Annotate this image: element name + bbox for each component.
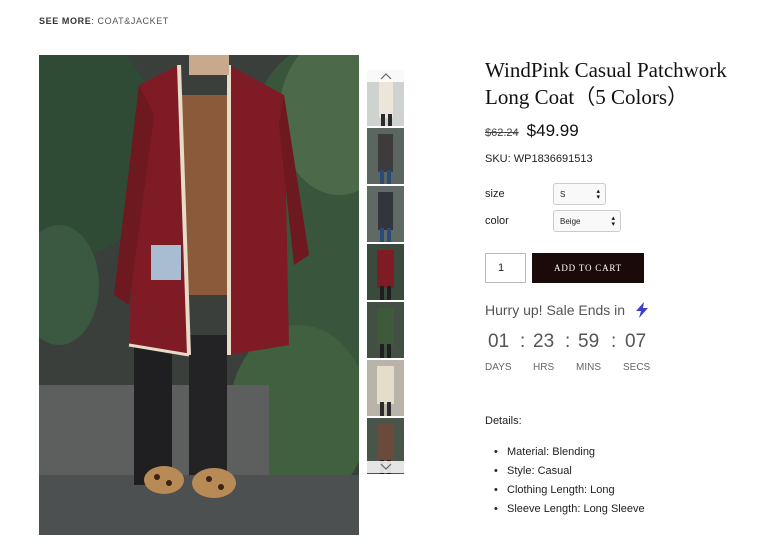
thumbnail-6[interactable] (367, 360, 404, 416)
lightning-bolt-icon (636, 302, 649, 318)
details-item: Style: Casual (494, 462, 645, 481)
details-list: Material: Blending Style: Casual Clothin… (494, 443, 645, 519)
thumbnail-4[interactable] (367, 244, 404, 300)
sale-ends-text: Hurry up! Sale Ends in (485, 302, 626, 318)
countdown-hours-label: HRS (533, 362, 555, 373)
details-item: Sleeve Length: Long Sleeve (494, 500, 645, 519)
select-caret-icon: ▴ ▾ (596, 188, 600, 201)
select-caret-icon: ▴ ▾ (611, 215, 615, 228)
color-select-value: Beige (560, 216, 581, 226)
countdown-separator: : (611, 331, 617, 352)
breadcrumb: SEE MORE: COAT&JACKET (39, 16, 169, 26)
countdown-hours: 23 (533, 331, 555, 352)
color-label: color (485, 215, 509, 227)
details-item: Material: Blending (494, 443, 645, 462)
thumbnail-2[interactable] (367, 128, 404, 184)
thumbnail-3[interactable] (367, 186, 404, 242)
add-to-cart-button[interactable]: ADD TO CART (532, 253, 644, 283)
sale-ends-notice: Hurry up! Sale Ends in (485, 301, 651, 319)
product-sku: SKU: WP1836691513 (485, 153, 593, 165)
sale-price: $49.99 (526, 121, 579, 140)
countdown-minutes: 59 (578, 331, 600, 352)
chevron-down-icon (380, 463, 391, 470)
thumbnail-strip (367, 70, 404, 474)
thumbnail-scroll-down-button[interactable] (367, 461, 404, 473)
product-title: WindPink Casual Patchwork Long Coat（5 Co… (485, 58, 727, 109)
original-price: $62.24 (485, 127, 519, 139)
details-item: Clothing Length: Long (494, 481, 645, 500)
breadcrumb-label: SEE MORE (39, 16, 92, 26)
size-select-value: S (560, 189, 566, 199)
countdown-separator: : (565, 331, 571, 352)
size-label: size (485, 188, 505, 200)
size-select[interactable]: S ▴ ▾ (553, 183, 606, 205)
details-heading: Details: (485, 415, 522, 427)
quantity-input[interactable]: 1 (485, 253, 526, 283)
price-block: $62.24 $49.99 (485, 121, 579, 141)
countdown-separator: : (520, 331, 526, 352)
thumbnail-5[interactable] (367, 302, 404, 358)
breadcrumb-link-coat-jacket[interactable]: COAT&JACKET (98, 16, 169, 26)
countdown-seconds: 07 (625, 331, 647, 352)
countdown-days-label: DAYS (485, 362, 512, 373)
countdown-days: 01 (488, 331, 510, 352)
thumbnail-scroll-up-button[interactable] (367, 70, 404, 82)
countdown-minutes-label: MINS (576, 362, 601, 373)
main-product-image[interactable] (39, 55, 359, 535)
color-select[interactable]: Beige ▴ ▾ (553, 210, 621, 232)
chevron-up-icon (380, 73, 391, 80)
countdown-seconds-label: SECS (623, 362, 651, 373)
